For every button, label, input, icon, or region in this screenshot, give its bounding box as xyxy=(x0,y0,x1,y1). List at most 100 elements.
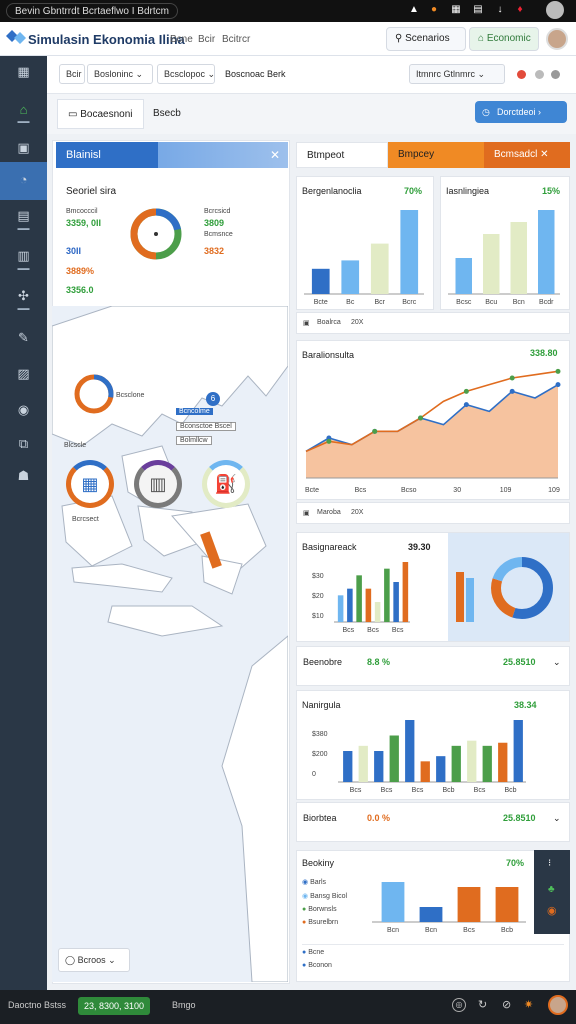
tab-secondary[interactable]: Bsecb xyxy=(143,99,191,129)
bar-6 xyxy=(393,582,399,622)
sidebar-network-label: ▬▬ xyxy=(17,306,30,312)
chart5-stats-row: Biorbtea 0.0 % 25.8510 ⌄ xyxy=(296,802,570,842)
menu-item-2[interactable]: Bcir xyxy=(198,34,215,45)
chevron-down-icon[interactable]: ⌄ xyxy=(553,657,561,668)
status-dot-red xyxy=(517,70,526,79)
economic-label: Economic xyxy=(486,33,531,44)
home-icon: ⌂ xyxy=(19,102,28,117)
sidebar-item-home[interactable]: ⌂ ▬▬ xyxy=(0,102,47,142)
factory-icon[interactable]: ▥ xyxy=(134,460,182,508)
right-tab-2[interactable]: Bmpcey xyxy=(388,142,484,168)
filter-1[interactable]: Bcir xyxy=(59,64,85,84)
x-tick-label: Bcs xyxy=(474,787,486,794)
oil-rig-icon[interactable]: ⛽ xyxy=(202,460,250,508)
filter-2-dropdown[interactable]: Bosloninc ⌄ xyxy=(87,64,153,84)
leaf-icon[interactable]: ♣ xyxy=(548,884,555,895)
window-title: Bevin Gbntrrdt Bcrtaeflwo I Bdrtcm xyxy=(6,3,178,19)
bar-1 xyxy=(347,588,353,622)
chevron-down-icon: ⌄ xyxy=(135,69,144,79)
scenarios-button[interactable]: ⚲ Scenarios xyxy=(386,27,466,51)
sidebar-item-grid[interactable]: ▦ xyxy=(0,64,47,104)
map-pin-icon[interactable]: 6 xyxy=(206,392,220,406)
x-tick-label: Bcs xyxy=(342,627,354,634)
x-tick-label: Bcu xyxy=(485,299,497,306)
system-status-bar: Bevin Gbntrrdt Bcrtaeflwo I Bdrtcm ▲ ● ▦… xyxy=(0,0,576,22)
x-tick-label: Bcte xyxy=(314,299,328,306)
bottom-right-label: Bmgo xyxy=(172,1000,196,1010)
notification-bell-icon[interactable]: ♦ xyxy=(514,4,526,16)
x-tick-label: Bcte xyxy=(305,487,319,494)
legend-dot-icon: ● xyxy=(302,949,307,956)
grid-icon: ▦ xyxy=(17,64,30,79)
bar-9 xyxy=(482,745,492,782)
action-button[interactable]: ◷ Dorctdeoi › xyxy=(475,101,567,123)
bar-5 xyxy=(420,761,430,782)
bar-7 xyxy=(451,745,461,782)
chart1-footer: ▣ Boalrca 20X xyxy=(296,312,570,334)
user-avatar[interactable] xyxy=(546,28,568,50)
close-icon[interactable]: ✕ xyxy=(540,149,548,160)
bar-3 xyxy=(389,735,399,782)
industry-building-icon[interactable]: ▦ xyxy=(66,460,114,508)
right-select[interactable]: Itmnrc Gtlnmrc ⌄ xyxy=(409,64,505,84)
chart4-title: Basignareack xyxy=(302,542,357,552)
sparkle-icon[interactable]: ✷ xyxy=(524,998,533,1011)
map-label-2: Bcncolme xyxy=(176,408,213,415)
sidebar-item-buildings[interactable]: ☗ xyxy=(0,468,47,508)
chart1-footer-label: Boalrca xyxy=(317,319,341,326)
refresh-icon[interactable]: ↻ xyxy=(478,998,487,1011)
chevron-down-icon: ⌄ xyxy=(207,69,216,79)
sidebar-item-network[interactable]: ✣ ▬▬ xyxy=(0,288,47,328)
sidebar-item-map[interactable]: ▥ ▬▬ xyxy=(0,248,47,288)
y-tick-label: $10 xyxy=(312,613,324,620)
legend-dot-icon: ◉ xyxy=(302,879,309,886)
series-point xyxy=(326,438,332,444)
sidebar-item-data[interactable]: ▨ xyxy=(0,366,47,406)
map-label-5: Blcscle xyxy=(64,442,87,449)
filter-3-dropdown[interactable]: Bcsclopoc ⌄ xyxy=(157,64,215,84)
right-tab-3[interactable]: Bcmsadcl ✕ xyxy=(484,142,570,168)
x-tick-label: 30 xyxy=(453,487,461,494)
bar-0 xyxy=(337,595,344,622)
series-point xyxy=(418,415,424,421)
sidebar-item-analysis[interactable]: ◔ xyxy=(0,162,47,200)
sidebar: ▦ ⌂ ▬▬ ▣ ◔ ▤ ▬▬ ▥ ▬▬ ✣ ▬▬ ✎ ▨ ◉ ⧉ ☗ xyxy=(0,56,47,990)
bar-3 xyxy=(495,887,519,922)
chart1-footer-value: 20X xyxy=(351,319,364,326)
reports-icon: ▤ xyxy=(17,208,30,223)
filter-4-label[interactable]: Boscnoac Berk xyxy=(225,69,286,79)
y-tick-label: $30 xyxy=(312,573,324,580)
fingerprint-icon[interactable]: ◎ xyxy=(452,998,466,1012)
profile-avatar-icon[interactable] xyxy=(546,1,564,19)
chevron-down-icon[interactable]: ⌄ xyxy=(553,813,561,824)
legend-label-2: Bansg Bicol xyxy=(310,893,348,900)
map-view[interactable]: Bcsclone 6 Bcncolme Bconsctoe Bscel Bolm… xyxy=(52,306,288,982)
sidebar-item-reports[interactable]: ▤ ▬▬ xyxy=(0,208,47,248)
bar-1 xyxy=(358,745,368,782)
target-icon[interactable]: ◉ xyxy=(547,904,557,917)
bar-1 xyxy=(341,260,360,294)
map-layer-select[interactable]: ◯ Bcroos ⌄ xyxy=(58,948,130,972)
compass-icon[interactable]: ⊘ xyxy=(502,998,511,1011)
legend-item-1: ◉ Barls xyxy=(302,878,347,886)
settings-icon[interactable]: ⁝ xyxy=(548,858,551,869)
bottom-status-badge[interactable]: 23, 8300, 3100 xyxy=(78,997,151,1015)
bar-6 xyxy=(436,756,446,782)
bar-7 xyxy=(402,562,409,622)
menu-item-1[interactable]: Bcne xyxy=(170,34,193,45)
export-icon: ⧉ xyxy=(18,436,29,451)
menu-item-3[interactable]: Bcitrcr xyxy=(222,34,250,45)
economic-button[interactable]: ⌂ Economic xyxy=(469,27,539,51)
tab-primary[interactable]: ▭ Bocaesnoni xyxy=(57,99,144,129)
right-tab-1[interactable]: Btmpeot xyxy=(296,142,388,168)
app-title: Simulasin Ekonomia Ilina xyxy=(28,32,185,47)
chart6-title: Beokiny xyxy=(302,858,335,868)
chart5-stats-b: 25.8510 xyxy=(503,813,536,823)
scenarios-label: Scenarios xyxy=(405,33,450,44)
close-icon[interactable]: ✕ xyxy=(270,142,280,168)
user-avatar-bottom[interactable] xyxy=(548,995,568,1015)
bar-0 xyxy=(343,751,353,782)
sidebar-item-tools[interactable]: ✎ xyxy=(0,330,47,370)
download-icon: ↓ xyxy=(497,4,503,15)
sidebar-home-label: ▬▬ xyxy=(17,119,30,125)
